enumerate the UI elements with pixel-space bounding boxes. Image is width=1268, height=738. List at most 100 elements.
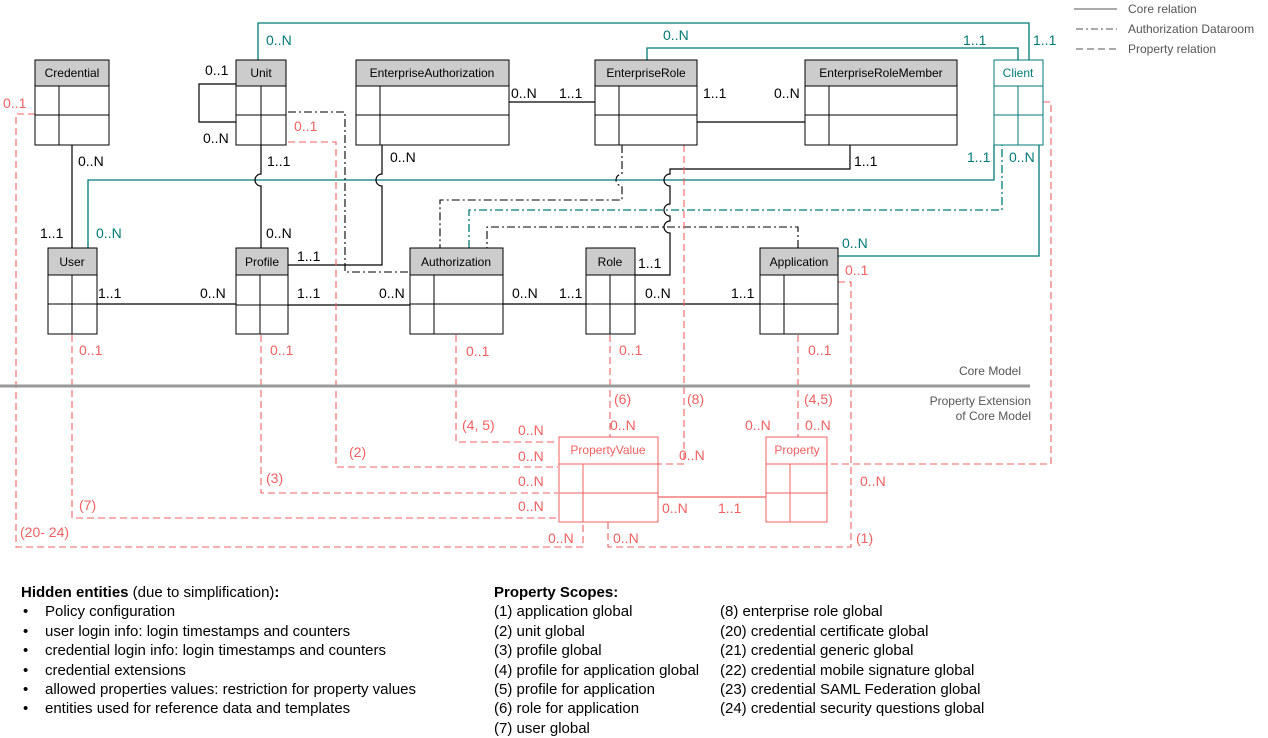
list-item: • Policy configuration [21,602,416,621]
scope-item: (6) role for application [494,700,640,718]
list-item-text: Policy configuration [45,603,176,621]
entity-title: User [59,255,84,269]
multiplicity-label: 0..N [662,500,688,516]
list-item-text: credential extensions [45,661,186,679]
list-item: • credential extensions [21,661,416,680]
multiplicity-label: 0..N [860,473,886,489]
list-item: • user login info: login timestamps and c… [21,622,416,641]
scope-item: (3) profile global [494,642,602,660]
entity-enterprise-role[interactable]: EnterpriseRole [594,59,698,146]
multiplicity-label: 0..N [610,417,636,433]
erole-authorization-dataroom [439,145,623,248]
property-scopes-notes: Property Scopes: (1) application global … [494,583,984,738]
hidden-entities-list: • Policy configuration • user login info: … [21,602,416,718]
scope-label: (6) [614,391,631,407]
enterprise-role-client-line [646,47,1019,60]
scope-label: (7) [79,497,96,513]
entity-unit[interactable]: Unit [235,59,287,146]
multiplicity-label: 0..N [518,498,544,514]
hidden-entities-title-rest: (due to simplification) [128,584,275,601]
multiplicity-label: 0..N [679,447,705,463]
entity-title: Credential [45,66,100,80]
multiplicity-label: 0..N [203,130,229,146]
entity-title: EnterpriseRoleMember [819,66,942,80]
multiplicity-label: 1..1 [297,285,321,301]
section-labels: Core Model Property Extension of Core Mo… [930,364,1031,423]
multiplicity-label: 0..N [613,530,639,546]
bullet-icon: • [23,700,29,718]
legend-item-core: Core relation [1074,2,1197,16]
multiplicity-label: 1..1 [559,285,583,301]
hidden-entities-notes: Hidden entities (due to simplification):… [21,583,416,719]
scope-labels: (4, 5) (2) (3) (7) (20- 24) (6) (8) (4,5… [20,391,873,546]
entity-credential[interactable]: Credential [34,59,110,146]
multiplicity-label: 1..1 [963,32,987,48]
scope-item: (23) credential SAML Federation global [720,681,981,699]
multiplicity-label: 1..1 [559,85,583,101]
multiplicity-label: 0..N [548,530,574,546]
multiplicity-label: 0..N [805,417,831,433]
list-item-text: credential login info: login timestamps … [45,642,387,660]
scope-item: (24) credential security questions globa… [720,700,985,718]
hidden-entities-title: Hidden entities (due to simplification): [21,583,416,602]
entity-enterprise-role-member[interactable]: EnterpriseRoleMember [804,59,958,146]
entity-title: Unit [250,66,272,80]
legend: Core relation Authorization Dataroom Pro… [1074,2,1254,56]
multiplicity-label: 0..N [645,285,671,301]
authorization-client-dataroom-line [468,145,1003,248]
list-item: • entities used for reference data and te… [21,699,416,718]
property-scopes-column-2: (8) enterprise role global (20) credenti… [720,602,984,738]
multiplicity-label: 0..N [512,285,538,301]
property-extension-label: Property Extension [930,394,1031,408]
unit-profile-line [254,145,262,248]
multiplicity-label: 0..N [266,32,292,48]
multiplicity-label: 1..1 [718,500,742,516]
core-model-label: Core Model [959,364,1021,378]
scope-item: (4) profile for application global [494,661,700,679]
entity-title: Authorization [421,255,491,269]
multiplicity-label: 0..1 [205,62,229,78]
multiplicity-label: 0..1 [294,118,318,134]
scope-label: (4, 5) [462,417,495,433]
entity-role[interactable]: Role [585,247,636,335]
entity-property-value[interactable]: PropertyValue [558,436,659,523]
scope-label: (4,5) [804,391,833,407]
entity-client[interactable]: Client [993,59,1044,146]
bullet-icon: • [23,661,29,679]
multiplicity-label: 1..1 [731,285,755,301]
multiplicity-label: 0..N [1009,149,1035,165]
multiplicity-label: 0..1 [3,95,27,111]
list-item: • credential login info: login timestamps… [21,641,416,660]
scope-item: (8) enterprise role global [720,603,883,621]
hidden-entities-title-colon: : [274,584,280,601]
scope-label: (1) [856,530,873,546]
entity-application[interactable]: Application [759,247,839,335]
multiplicity-label: 0..1 [466,343,490,359]
entity-title: Client [1003,66,1034,80]
entity-title: Profile [245,255,279,269]
scope-label: (20- 24) [20,524,69,540]
multiplicity-label: 1..1 [1033,32,1057,48]
legend-item-property: Property relation [1076,42,1216,56]
bullet-icon: • [23,642,29,660]
multiplicity-label: 0..1 [79,342,103,358]
multiplicity-label: 1..1 [638,255,662,271]
entity-enterprise-authorization[interactable]: EnterpriseAuthorization [355,59,510,146]
multiplicity-label: 1..1 [40,225,64,241]
legend-label: Core relation [1128,2,1197,16]
entity-authorization[interactable]: Authorization [409,247,504,335]
bullet-icon: • [23,622,29,640]
entity-profile[interactable]: Profile [235,247,289,335]
scope-item: (5) profile for application [494,681,655,699]
entity-user[interactable]: User [47,247,98,335]
property-scopes-column-1: (1) application global (2) unit global (… [494,602,720,738]
multiplicity-label: 0..N [745,417,771,433]
multiplicity-label: 1..1 [98,285,122,301]
multiplicity-label: 0..N [663,27,689,43]
multiplicity-label: 0..N [842,235,868,251]
entity-property[interactable]: Property [765,436,828,523]
application-authorization-dataroom [486,226,799,248]
multiplicity-label: 0..N [200,285,226,301]
list-item-text: allowed properties values: restriction f… [45,681,417,699]
scope-item: (1) application global [494,603,633,621]
